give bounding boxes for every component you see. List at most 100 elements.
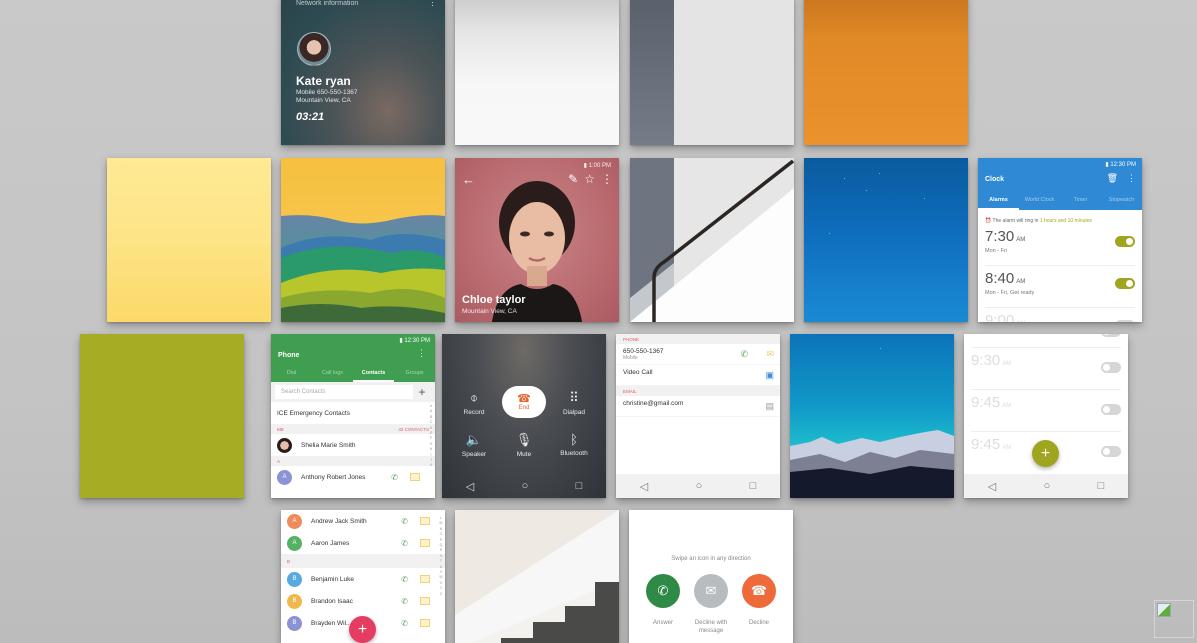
phone-number-row[interactable]: 650-550-1367 Mobile ✆ ✉ xyxy=(616,344,780,365)
record-button[interactable]: ⌽ Record xyxy=(447,390,501,416)
back-arrow-icon[interactable]: ← xyxy=(462,172,475,187)
alarm-time: 7:30 AM xyxy=(985,228,1026,245)
phone-number: 650-550-1367 xyxy=(623,348,664,355)
video-call-label: Video Call xyxy=(623,369,653,376)
alphabet-index[interactable]: LMNOPQRSTUVWXYZ xyxy=(439,516,443,597)
alphabet-index[interactable]: # A B C D E F G H I J K xyxy=(429,404,433,469)
decline-button[interactable]: ☎ xyxy=(742,574,776,608)
nav-home-icon[interactable]: ○ xyxy=(696,480,703,492)
alarm-toggle[interactable] xyxy=(1101,404,1121,415)
alarm-item[interactable]: 8:40 AM Mon - Fri, Get ready xyxy=(985,266,1135,308)
email-row[interactable]: christine@gmail.com ▤ xyxy=(616,396,780,417)
dialpad-button[interactable]: ⠿ Dialpad xyxy=(547,390,601,416)
alarm-toggle[interactable] xyxy=(1101,362,1121,373)
answer-button[interactable]: ✆ xyxy=(646,574,680,608)
delete-icon[interactable]: 🗑 xyxy=(1107,173,1118,184)
caller-location: Mountain View, CA xyxy=(296,97,351,104)
incoming-call-tile[interactable]: Swipe an icon in any direction ✆ ✉ ☎ Ans… xyxy=(629,510,793,643)
contact-name: Andrew Jack Smith xyxy=(311,517,367,525)
tab-world-clock[interactable]: World Clock xyxy=(1019,197,1060,210)
message-icon[interactable] xyxy=(420,517,430,525)
call-icon[interactable]: ✆ xyxy=(401,517,408,526)
add-contact-fab[interactable]: + xyxy=(349,616,376,643)
alarm-toggle[interactable] xyxy=(1101,446,1121,457)
more-options-icon[interactable]: ⋮ xyxy=(417,348,426,359)
bluetooth-button[interactable]: ᛒ Bluetooth xyxy=(547,432,601,457)
in-call-controls-tile[interactable]: ⌽ Record ☎ End ⠿ Dialpad 🔈 Speaker 🎙 Mute ᛒ Bl… xyxy=(442,334,606,498)
video-call-row[interactable]: Video Call ▣ xyxy=(616,365,780,386)
alarm-item[interactable]: 9:45 AM xyxy=(971,390,1121,432)
contact-item-me[interactable]: Shelia Marie Smith xyxy=(271,434,435,456)
phone-contacts-tile[interactable]: ▮ 12:30 PM Phone ⋮ Dial Call logs Contac… xyxy=(271,334,435,498)
tab-groups[interactable]: Groups xyxy=(394,370,435,382)
call-icon[interactable]: ✆ xyxy=(401,539,408,548)
more-options-icon[interactable]: ⋮ xyxy=(601,172,613,186)
alarm-toggle[interactable] xyxy=(1115,278,1135,289)
add-alarm-button[interactable]: + xyxy=(1032,440,1059,467)
end-call-icon: ☎ xyxy=(517,393,531,405)
nav-bar: ◁ ○ □ xyxy=(442,474,606,498)
call-icon[interactable]: ✆ xyxy=(391,473,398,482)
message-icon[interactable] xyxy=(420,619,430,627)
more-options-icon[interactable]: ⋮ xyxy=(428,0,437,7)
contact-item[interactable]: B Benjamin Luke ✆ xyxy=(281,568,445,590)
clock-app-tile[interactable]: ▮ 12:30 PM Clock 🗑 ⋮ Alarms World Clock … xyxy=(978,158,1142,322)
alarm-item[interactable]: 9:30 AM xyxy=(971,348,1121,390)
alarm-list-tile[interactable]: 9:30 AM 9:45 AM 9:45 AM + ◁ ○ □ xyxy=(964,334,1128,498)
clock-title: Clock xyxy=(985,176,1005,183)
tab-timer[interactable]: Timer xyxy=(1060,197,1101,210)
tab-alarms[interactable]: Alarms xyxy=(978,197,1019,210)
end-call-button[interactable]: ☎ End xyxy=(502,386,546,418)
nav-bar: ◁ ○ □ xyxy=(616,474,780,498)
alarm-item[interactable]: 7:30 AM Mon - Fri xyxy=(985,224,1135,266)
nav-recents-icon[interactable]: □ xyxy=(576,480,583,492)
nav-recents-icon[interactable]: □ xyxy=(750,480,757,492)
ice-label: ICE Emergency Contacts xyxy=(277,409,350,417)
alarm-item[interactable] xyxy=(971,334,1121,348)
nav-back-icon[interactable]: ◁ xyxy=(640,480,648,493)
tab-contacts[interactable]: Contacts xyxy=(353,370,394,382)
call-icon[interactable]: ✆ xyxy=(740,349,748,360)
message-icon[interactable]: ✉ xyxy=(766,349,774,360)
favorite-star-icon[interactable]: ☆ xyxy=(584,172,595,186)
email-action-icon[interactable]: ▤ xyxy=(765,401,774,412)
more-options-icon[interactable]: ⋮ xyxy=(1127,173,1136,184)
alarm-item[interactable]: 9:00AM xyxy=(985,308,1135,322)
tab-call-logs[interactable]: Call logs xyxy=(312,370,353,382)
nav-home-icon[interactable]: ○ xyxy=(1044,480,1051,492)
video-call-icon[interactable]: ▣ xyxy=(765,370,774,381)
tab-dial[interactable]: Dial xyxy=(271,370,312,382)
alarm-toggle[interactable] xyxy=(1115,320,1135,322)
nav-back-icon[interactable]: ◁ xyxy=(466,480,474,493)
grey-bar xyxy=(630,0,674,145)
call-icon[interactable]: ✆ xyxy=(401,619,408,628)
message-icon[interactable] xyxy=(420,597,430,605)
tab-stopwatch[interactable]: Stopwatch xyxy=(1101,197,1142,210)
contacts-list-tile[interactable]: A Andrew Jack Smith ✆ A Aaron James ✆ B … xyxy=(281,510,445,643)
mute-button[interactable]: 🎙 Mute xyxy=(497,432,551,458)
decline-with-message-button[interactable]: ✉ xyxy=(694,574,728,608)
message-icon[interactable] xyxy=(410,473,420,481)
ice-contacts-item[interactable]: ICE Emergency Contacts xyxy=(271,402,435,424)
contact-item[interactable]: A Andrew Jack Smith ✆ xyxy=(281,510,445,532)
alarm-toggle[interactable] xyxy=(1115,236,1135,247)
speaker-button[interactable]: 🔈 Speaker xyxy=(447,432,501,458)
search-contacts-input[interactable]: Search Contacts xyxy=(275,385,413,399)
contact-item[interactable]: B Brandon Isaac ✆ xyxy=(281,590,445,612)
alarm-time: 8:40 AM xyxy=(985,270,1026,287)
nav-home-icon[interactable]: ○ xyxy=(522,480,529,492)
call-icon[interactable]: ✆ xyxy=(401,575,408,584)
contact-item[interactable]: A Anthony Robert Jones ✆ xyxy=(271,466,435,488)
call-screen-tile[interactable]: Network information ⋮ Kate ryan Mobile 6… xyxy=(281,0,445,145)
nav-recents-icon[interactable]: □ xyxy=(1098,480,1105,492)
nav-back-icon[interactable]: ◁ xyxy=(988,480,996,493)
message-icon[interactable] xyxy=(420,539,430,547)
alarm-toggle[interactable] xyxy=(1101,334,1121,337)
call-icon[interactable]: ✆ xyxy=(401,597,408,606)
add-contact-button[interactable]: + xyxy=(413,385,431,399)
contact-detail-tile[interactable]: PHONE 650-550-1367 Mobile ✆ ✉ Video Call… xyxy=(616,334,780,498)
contact-profile-tile[interactable]: ▮ 1:00 PM ← ✎ ☆ ⋮ Chloe taylor Mountain … xyxy=(455,158,619,322)
message-icon[interactable] xyxy=(420,575,430,583)
star xyxy=(924,198,925,199)
contact-item[interactable]: A Aaron James ✆ xyxy=(281,532,445,554)
